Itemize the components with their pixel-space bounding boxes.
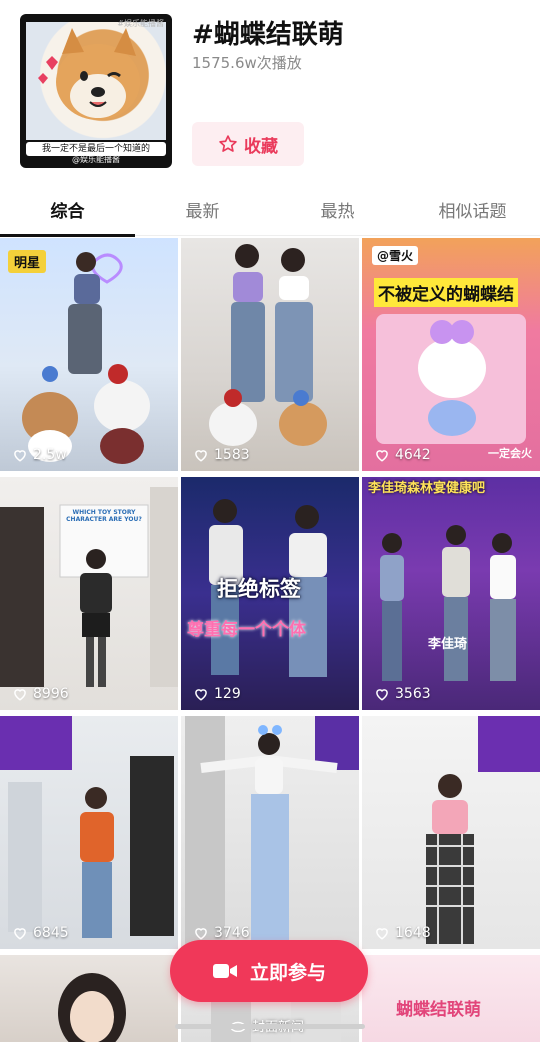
like-count-text: 4642 <box>395 447 431 463</box>
variety-show-group-scene <box>380 525 516 681</box>
topic-title: #蝴蝶结联萌 <box>192 20 344 50</box>
cover-top-text: #娱乐能播酱 <box>117 19 164 28</box>
video-card[interactable]: 明星 2.5w <box>0 238 178 471</box>
collect-button[interactable]: 收藏 <box>192 122 304 166</box>
video-card[interactable]: 3746 <box>181 716 359 949</box>
video-overlay-name: 李佳琦 <box>428 637 468 652</box>
video-card[interactable]: 1583 <box>181 238 359 471</box>
heart-icon <box>14 689 26 701</box>
like-count-text: 3746 <box>214 925 250 941</box>
like-count: 2.5w <box>12 447 67 463</box>
tab-similar-topics[interactable]: 相似话题 <box>405 190 540 235</box>
like-count: 129 <box>193 686 241 702</box>
video-overlay-title: 拒绝标签 <box>217 577 301 601</box>
like-count-text: 3563 <box>395 686 431 702</box>
white-room-dancer-scene <box>426 716 540 944</box>
room-dancer-scene <box>185 716 359 946</box>
like-count-text: 8996 <box>33 686 69 702</box>
star-icon <box>219 135 237 152</box>
shiba-dog-photo <box>26 22 166 140</box>
bow-mascot-scene <box>376 314 526 444</box>
heart-icon <box>195 450 207 462</box>
like-count: 8996 <box>12 686 69 702</box>
like-count-text: 1583 <box>214 447 250 463</box>
like-count: 3563 <box>374 686 431 702</box>
heart-icon <box>195 928 207 940</box>
heart-icon <box>376 450 388 462</box>
video-card[interactable]: 李佳琦森林宴健康吧 李佳琦 3563 <box>362 477 540 710</box>
like-count: 4642 <box>374 447 431 463</box>
tab-latest[interactable]: 最新 <box>135 190 270 235</box>
join-now-label: 立即参与 <box>249 961 326 984</box>
like-count: 3746 <box>193 925 250 941</box>
like-count: 1648 <box>374 925 431 941</box>
tab-bar: 综合 最新 最热 相似话题 <box>0 190 540 237</box>
home-indicator[interactable] <box>175 1024 365 1029</box>
dog-face-illustration <box>38 28 140 120</box>
heart-icon <box>376 928 388 940</box>
two-dancers-scene <box>209 244 327 446</box>
like-count-text: 1648 <box>395 925 431 941</box>
video-camera-icon <box>212 964 237 978</box>
collect-label: 收藏 <box>244 136 278 157</box>
play-count: 1575.6w次播放 <box>192 54 302 72</box>
hallway-dancer-scene <box>0 716 174 938</box>
video-overlay-title: 蝴蝶结联萌 <box>396 1000 481 1020</box>
video-card[interactable] <box>0 955 178 1042</box>
join-now-button[interactable]: 立即参与 <box>170 940 368 1002</box>
topic-header: #娱乐能播酱 我一定不是最后一个知道的 @娱乐能播酱 #蝴蝶结联萌 1575.6… <box>0 0 540 190</box>
like-count-text: 129 <box>214 686 241 702</box>
tab-comprehensive[interactable]: 综合 <box>0 190 135 237</box>
video-card[interactable]: 拒绝标签 尊重每一个个体 129 <box>181 477 359 710</box>
like-count: 6845 <box>12 925 69 941</box>
heart-icon <box>195 689 207 701</box>
like-count: 1583 <box>193 447 250 463</box>
like-count-text: 2.5w <box>33 447 67 463</box>
video-card[interactable]: @雪火 不被定义的蝴蝶结 一定会火 4642 <box>362 238 540 471</box>
like-count-text: 6845 <box>33 925 69 941</box>
video-card[interactable]: 1648 <box>362 716 540 949</box>
heart-icon <box>376 689 388 701</box>
heart-icon <box>14 928 26 940</box>
dancer-with-mascots-scene <box>22 252 150 464</box>
cover-logo-text: @娱乐能播酱 <box>72 155 120 164</box>
poster-text: WHICH TOY STORY CHARACTER ARE YOU? <box>66 509 142 523</box>
tab-hottest[interactable]: 最热 <box>270 190 405 235</box>
video-card[interactable]: 蝴蝶结联萌 <box>362 955 540 1042</box>
video-overlay-bottom: 一定会火 <box>488 447 532 460</box>
portrait-scene <box>58 973 126 1042</box>
video-card[interactable]: WHICH TOY STORY CHARACTER ARE YOU? 8996 <box>0 477 178 710</box>
video-card[interactable]: 6845 <box>0 716 178 949</box>
topic-cover-image[interactable]: #娱乐能播酱 我一定不是最后一个知道的 @娱乐能播酱 <box>20 14 172 168</box>
heart-icon <box>14 450 26 462</box>
video-overlay-subtitle: 尊重每一个个体 <box>187 620 306 640</box>
